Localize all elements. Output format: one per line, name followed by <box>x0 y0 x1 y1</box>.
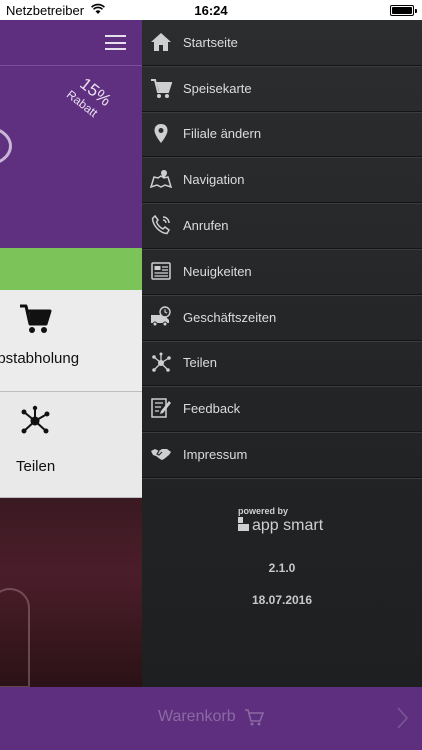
hamburger-menu-icon[interactable] <box>105 35 126 50</box>
drawer-item-label: Anrufen <box>183 218 229 234</box>
battery-icon <box>390 5 417 16</box>
drawer-item-label: Filiale ändern <box>183 126 262 142</box>
drawer-item-teilen[interactable]: Teilen <box>142 341 422 387</box>
drawer-item-label: Neuigkeiten <box>183 263 252 279</box>
brand-name: app smart <box>238 517 323 535</box>
cart-button[interactable]: Warenkorb <box>0 708 422 726</box>
clock-time: 16:24 <box>194 3 228 18</box>
status-bar: Netzbetreiber 16:24 <box>0 0 422 20</box>
tile-selbstabholung[interactable]: lbstabholung <box>0 290 142 392</box>
promo-banner[interactable]: 15% Rabatt <box>0 65 142 248</box>
tile-label: Teilen <box>16 458 56 475</box>
handshake-icon <box>151 449 171 461</box>
phone-icon <box>151 215 170 235</box>
app-header <box>0 20 142 65</box>
drawer-item-geschaeftszeiten[interactable]: Geschäftszeiten <box>142 295 422 341</box>
drawer-item-feedback[interactable]: Feedback <box>142 386 422 433</box>
cart-label: Warenkorb <box>157 708 236 726</box>
green-action-bar[interactable] <box>0 248 142 290</box>
drawer-item-impressum[interactable]: Impressum <box>142 432 422 478</box>
drawer-item-label: Speisekarte <box>183 80 252 96</box>
drawer-item-label: Teilen <box>183 355 217 371</box>
drawer-item-speisekarte[interactable]: Speisekarte <box>142 66 422 112</box>
drawer-item-anrufen[interactable]: Anrufen <box>142 203 422 249</box>
drawer-item-startseite[interactable]: Startseite <box>142 20 422 66</box>
background-app: 15% Rabatt lbstabholung Teilen <box>0 20 142 750</box>
tile-label: lbstabholung <box>0 350 80 367</box>
cart-footer-bar[interactable]: Warenkorb <box>0 687 422 750</box>
drawer-item-neuigkeiten[interactable]: Neuigkeiten <box>142 249 422 295</box>
home-icon <box>151 33 171 51</box>
drawer-item-label: Startseite <box>183 34 238 50</box>
drawer-item-label: Impressum <box>183 447 248 463</box>
chevron-right-icon[interactable] <box>396 707 408 729</box>
app-version: 2.1.0 <box>268 561 296 575</box>
logo-fragment <box>0 126 12 166</box>
delivery-clock-icon <box>151 306 171 327</box>
drawer-item-label: Geschäftszeiten <box>183 309 277 325</box>
feedback-form-icon <box>151 398 171 419</box>
side-drawer: Startseite Speisekarte Filiale ändern Na… <box>142 20 422 687</box>
drawer-item-navigation[interactable]: Navigation <box>142 157 422 204</box>
newspaper-icon <box>151 262 171 280</box>
tile-teilen[interactable]: Teilen <box>0 392 142 498</box>
discount-badge: 15% Rabatt <box>64 74 115 122</box>
background-photo <box>0 498 142 688</box>
powered-by-text: powered by <box>238 506 289 516</box>
drawer-item-filiale-aendern[interactable]: Filiale ändern <box>142 112 422 158</box>
shopping-cart-icon <box>151 78 172 98</box>
map-icon <box>150 170 172 189</box>
build-date: 18.07.2016 <box>251 593 313 607</box>
drawer-item-label: Navigation <box>183 172 245 188</box>
drawer-item-label: Feedback <box>183 401 241 417</box>
share-icon <box>21 405 50 434</box>
share-icon <box>152 352 171 372</box>
appsmart-logo-icon <box>238 517 249 531</box>
shopping-cart-icon <box>245 709 265 726</box>
shopping-cart-icon <box>20 304 52 333</box>
location-pin-icon <box>154 123 168 143</box>
brand-text: app smart <box>252 517 324 534</box>
